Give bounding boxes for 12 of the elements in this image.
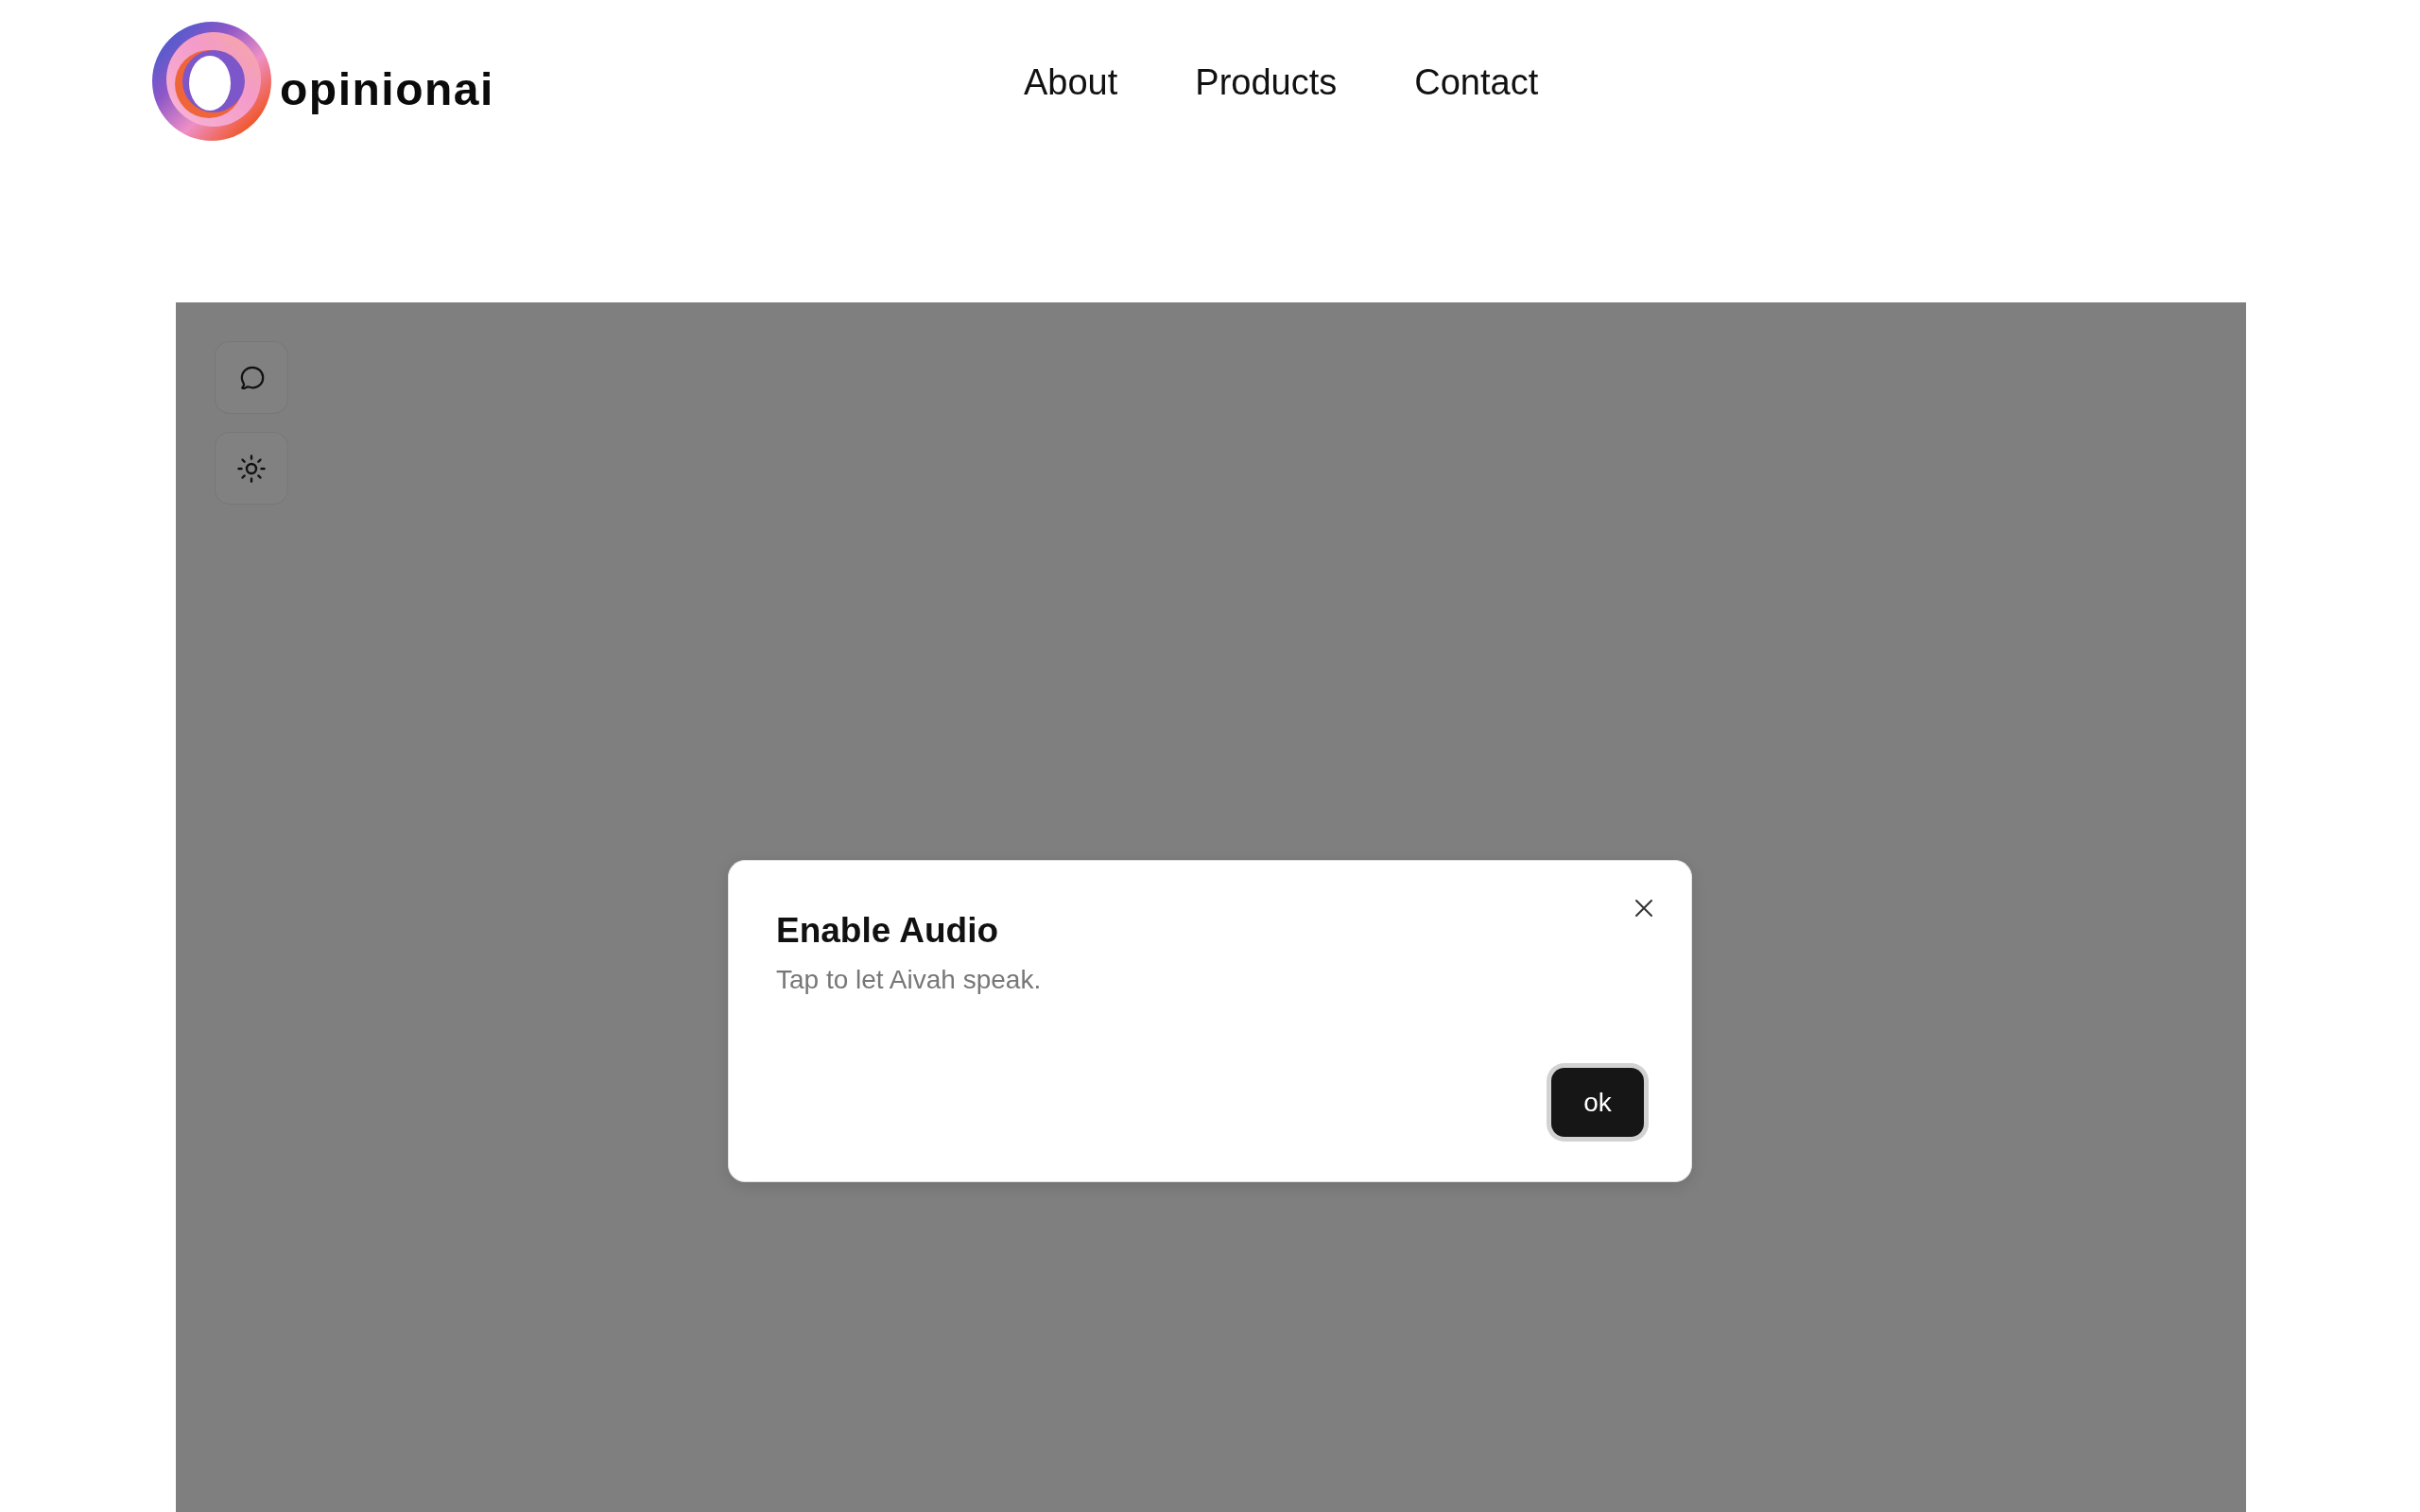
chat-button[interactable] (215, 341, 288, 414)
brand-name: opinionai (280, 67, 494, 112)
dialog-message: Tap to let Aivah speak. (776, 964, 1043, 997)
nav-link[interactable]: Contact (1414, 61, 1539, 105)
dialog-title: Enable Audio (776, 910, 999, 952)
nav-link[interactable]: About (1024, 61, 1118, 105)
ring-logo-icon (151, 21, 272, 142)
close-icon (1634, 899, 1653, 918)
close-button[interactable] (1634, 899, 1653, 918)
sun-icon (237, 454, 266, 483)
theme-button[interactable] (215, 432, 288, 505)
nav-link[interactable]: Products (1195, 61, 1338, 105)
